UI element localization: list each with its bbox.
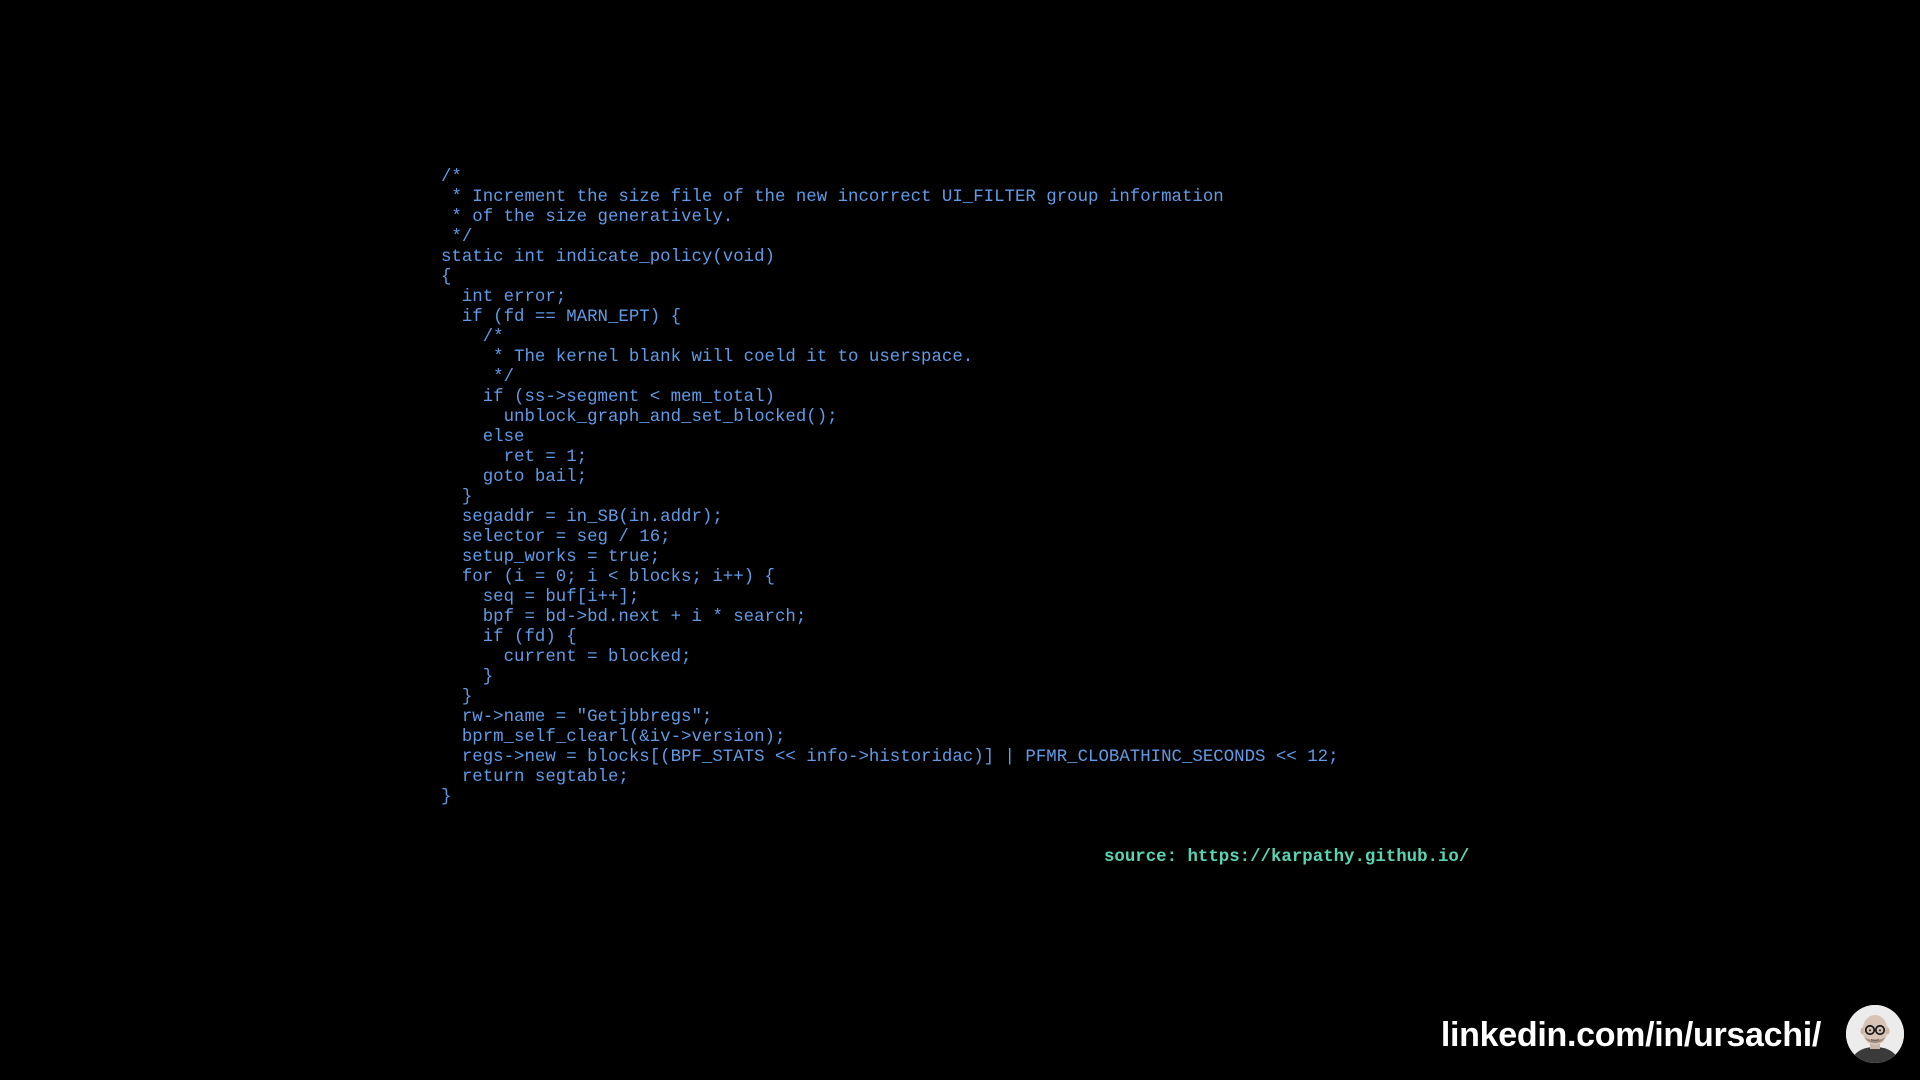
code-line: */ — [441, 368, 515, 387]
avatar — [1846, 1005, 1904, 1063]
code-line: * of the size generatively. — [441, 208, 734, 227]
linkedin-url[interactable]: linkedin.com/in/ursachi/ — [1441, 1012, 1821, 1058]
code-line: bprm_self_clearl(&iv->version); — [441, 728, 786, 747]
code-line: ret = 1; — [441, 448, 588, 467]
code-line: * The kernel blank will coeld it to user… — [441, 348, 974, 367]
code-line: return segtable; — [441, 768, 629, 787]
code-line: int error; — [441, 288, 567, 307]
code-line: setup_works = true; — [441, 548, 661, 567]
code-line: } — [441, 788, 452, 807]
code-line: if (ss->segment < mem_total) — [441, 388, 775, 407]
code-line: } — [441, 688, 473, 707]
code-line: { — [441, 268, 452, 287]
code-line: goto bail; — [441, 468, 588, 487]
code-line: rw->name = "Getjbbregs"; — [441, 708, 713, 727]
code-line: * Increment the size file of the new inc… — [441, 188, 1224, 207]
code-line: static int indicate_policy(void) — [441, 248, 775, 267]
code-line: current = blocked; — [441, 648, 692, 667]
slide: /* * Increment the size file of the new … — [0, 0, 1920, 1080]
code-line: bpf = bd->bd.next + i * search; — [441, 608, 807, 627]
code-line: seq = buf[i++]; — [441, 588, 640, 607]
code-line: if (fd) { — [441, 628, 577, 647]
code-line: regs->new = blocks[(BPF_STATS << info->h… — [441, 748, 1339, 767]
code-line: } — [441, 488, 473, 507]
code-line: } — [441, 668, 494, 687]
person-portrait-icon — [1846, 1005, 1904, 1063]
code-line: segaddr = in_SB(in.addr); — [441, 508, 723, 527]
source-link[interactable]: source: https://karpathy.github.io/ — [1104, 848, 1469, 868]
code-line: /* — [441, 328, 504, 347]
code-line: for (i = 0; i < blocks; i++) { — [441, 568, 775, 587]
code-line: unblock_graph_and_set_blocked(); — [441, 408, 838, 427]
code-line: /* — [441, 168, 462, 187]
code-line: */ — [441, 228, 473, 247]
code-block: /* * Increment the size file of the new … — [441, 168, 1339, 808]
code-line: if (fd == MARN_EPT) { — [441, 308, 682, 327]
code-line: else — [441, 428, 525, 447]
code-line: selector = seg / 16; — [441, 528, 671, 547]
